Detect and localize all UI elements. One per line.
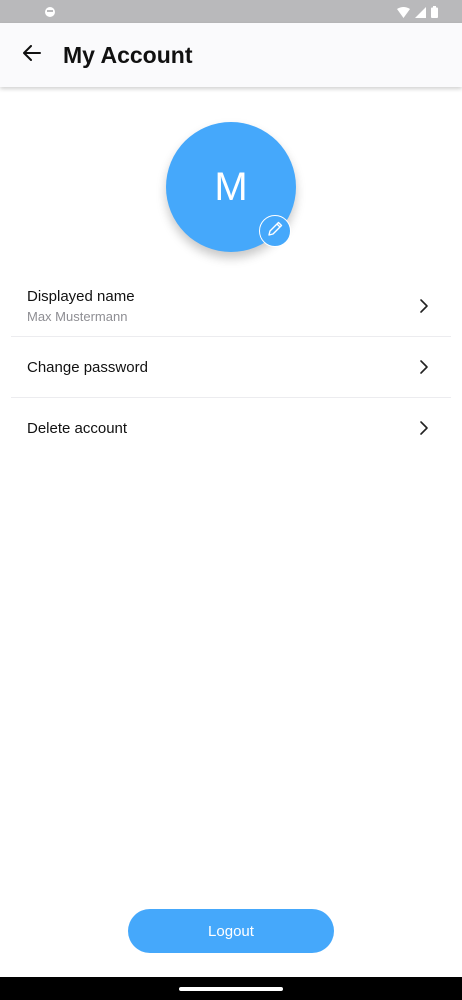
menu-item-label: Change password (27, 359, 148, 376)
system-nav-bar (0, 977, 462, 1000)
avatar-container: M (166, 122, 296, 252)
signal-icon (415, 5, 426, 23)
wifi-icon (397, 5, 410, 23)
menu-item-change-password[interactable]: Change password (11, 337, 451, 398)
displayed-name-value: Max Mustermann (27, 309, 128, 324)
app-bar: My Account (0, 23, 462, 87)
arrow-left-icon (23, 44, 41, 66)
edit-avatar-button[interactable] (259, 215, 291, 247)
avatar-initial: M (214, 164, 248, 209)
chevron-right-icon (417, 359, 431, 375)
pencil-icon (266, 220, 284, 243)
logout-button[interactable]: Logout (128, 909, 334, 953)
menu-item-displayed-name[interactable]: Displayed name Max Mustermann (11, 276, 451, 337)
back-button[interactable] (10, 33, 54, 77)
home-handle[interactable] (179, 987, 283, 991)
notification-icon (44, 5, 56, 23)
menu-item-label: Displayed name (27, 288, 135, 305)
account-menu: Displayed name Max Mustermann Change pas… (11, 276, 451, 459)
screen: My Account M Displayed name Max Musterma… (0, 0, 462, 1000)
chevron-right-icon (417, 420, 431, 436)
status-icons (397, 5, 438, 23)
chevron-right-icon (417, 298, 431, 314)
status-bar (0, 0, 462, 23)
menu-item-delete-account[interactable]: Delete account (11, 398, 451, 459)
battery-icon (431, 5, 438, 23)
menu-item-label: Delete account (27, 420, 128, 437)
page-title: My Account (63, 42, 193, 68)
